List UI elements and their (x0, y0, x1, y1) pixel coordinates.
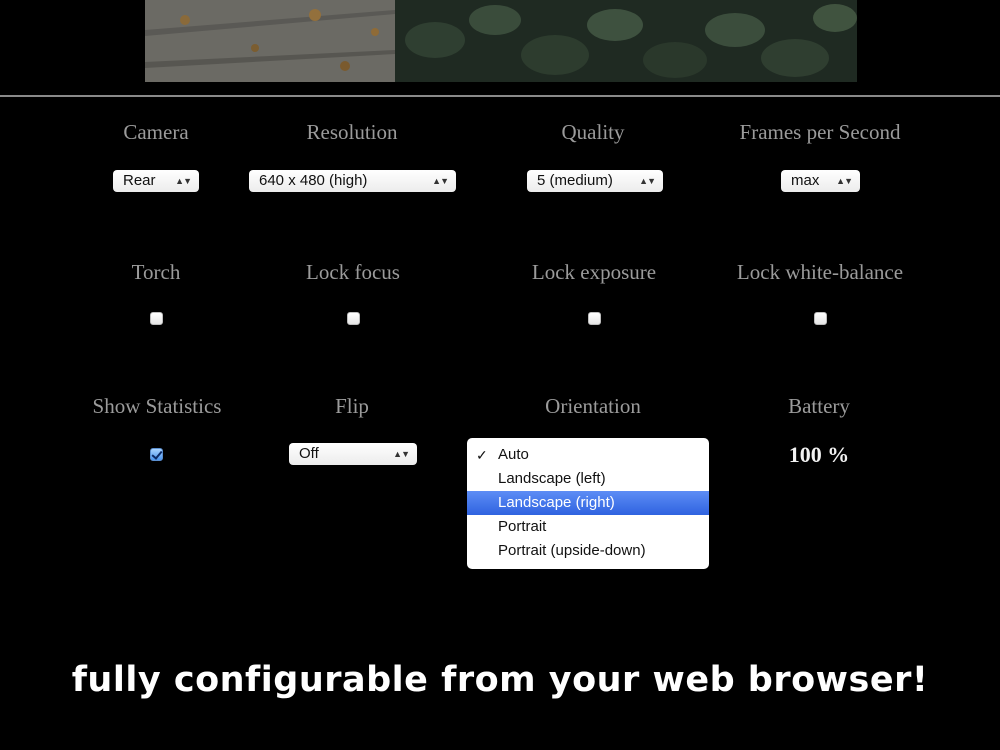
quality-select-value: 5 (medium) (537, 172, 613, 189)
lock-focus-label: Lock focus (306, 260, 400, 284)
resolution-select[interactable]: 640 x 480 (high) ▲▼ (249, 170, 456, 192)
torch-label: Torch (131, 260, 181, 284)
orientation-dropdown-menu[interactable]: ✓ Auto Landscape (left) Landscape (right… (467, 438, 709, 569)
flip-select[interactable]: Off ▲▼ (289, 443, 417, 465)
camera-select-value: Rear (123, 172, 156, 189)
lock-exposure-checkbox[interactable] (588, 312, 601, 325)
flip-select-value: Off (299, 445, 319, 462)
orientation-label: Orientation (545, 394, 641, 418)
torch-checkbox[interactable] (150, 312, 163, 325)
option-label: Landscape (left) (498, 470, 606, 487)
orientation-option-portrait[interactable]: Portrait (467, 515, 709, 539)
battery-value: 100 % (788, 442, 850, 467)
up-down-chevron-icon: ▲▼ (639, 176, 656, 186)
up-down-chevron-icon: ▲▼ (393, 449, 410, 459)
camera-select[interactable]: Rear ▲▼ (113, 170, 199, 192)
orientation-option-portrait-upside-down[interactable]: Portrait (upside-down) (467, 539, 709, 563)
option-label: Portrait (upside-down) (498, 542, 646, 559)
option-label: Auto (498, 446, 529, 463)
checkmark-icon: ✓ (476, 447, 488, 463)
quality-label: Quality (561, 120, 625, 144)
option-label: Portrait (498, 518, 547, 535)
camera-preview-image (145, 0, 857, 82)
resolution-label: Resolution (306, 120, 398, 144)
lock-focus-checkbox[interactable] (347, 312, 360, 325)
camera-label: Camera (123, 120, 189, 144)
lock-exposure-label: Lock exposure (531, 260, 657, 284)
tagline-text: fully configurable from your web browser… (71, 660, 929, 700)
flip-label: Flip (335, 394, 369, 418)
quality-select[interactable]: 5 (medium) ▲▼ (527, 170, 663, 192)
option-label: Landscape (right) (498, 494, 615, 511)
orientation-option-landscape-right[interactable]: Landscape (right) (467, 491, 709, 515)
orientation-option-auto[interactable]: ✓ Auto (467, 443, 709, 467)
orientation-option-landscape-left[interactable]: Landscape (left) (467, 467, 709, 491)
up-down-chevron-icon: ▲▼ (175, 176, 192, 186)
fps-select-value: max (791, 172, 820, 189)
lock-white-balance-checkbox[interactable] (814, 312, 827, 325)
resolution-select-value: 640 x 480 (high) (259, 172, 368, 189)
section-divider (0, 95, 1000, 97)
fps-label: Frames per Second (739, 120, 901, 144)
up-down-chevron-icon: ▲▼ (432, 176, 449, 186)
up-down-chevron-icon: ▲▼ (836, 176, 853, 186)
show-statistics-label: Show Statistics (92, 394, 222, 418)
show-statistics-checkbox[interactable] (150, 448, 163, 461)
battery-label: Battery (788, 394, 850, 418)
lock-white-balance-label: Lock white-balance (736, 260, 904, 284)
fps-select[interactable]: max ▲▼ (781, 170, 860, 192)
